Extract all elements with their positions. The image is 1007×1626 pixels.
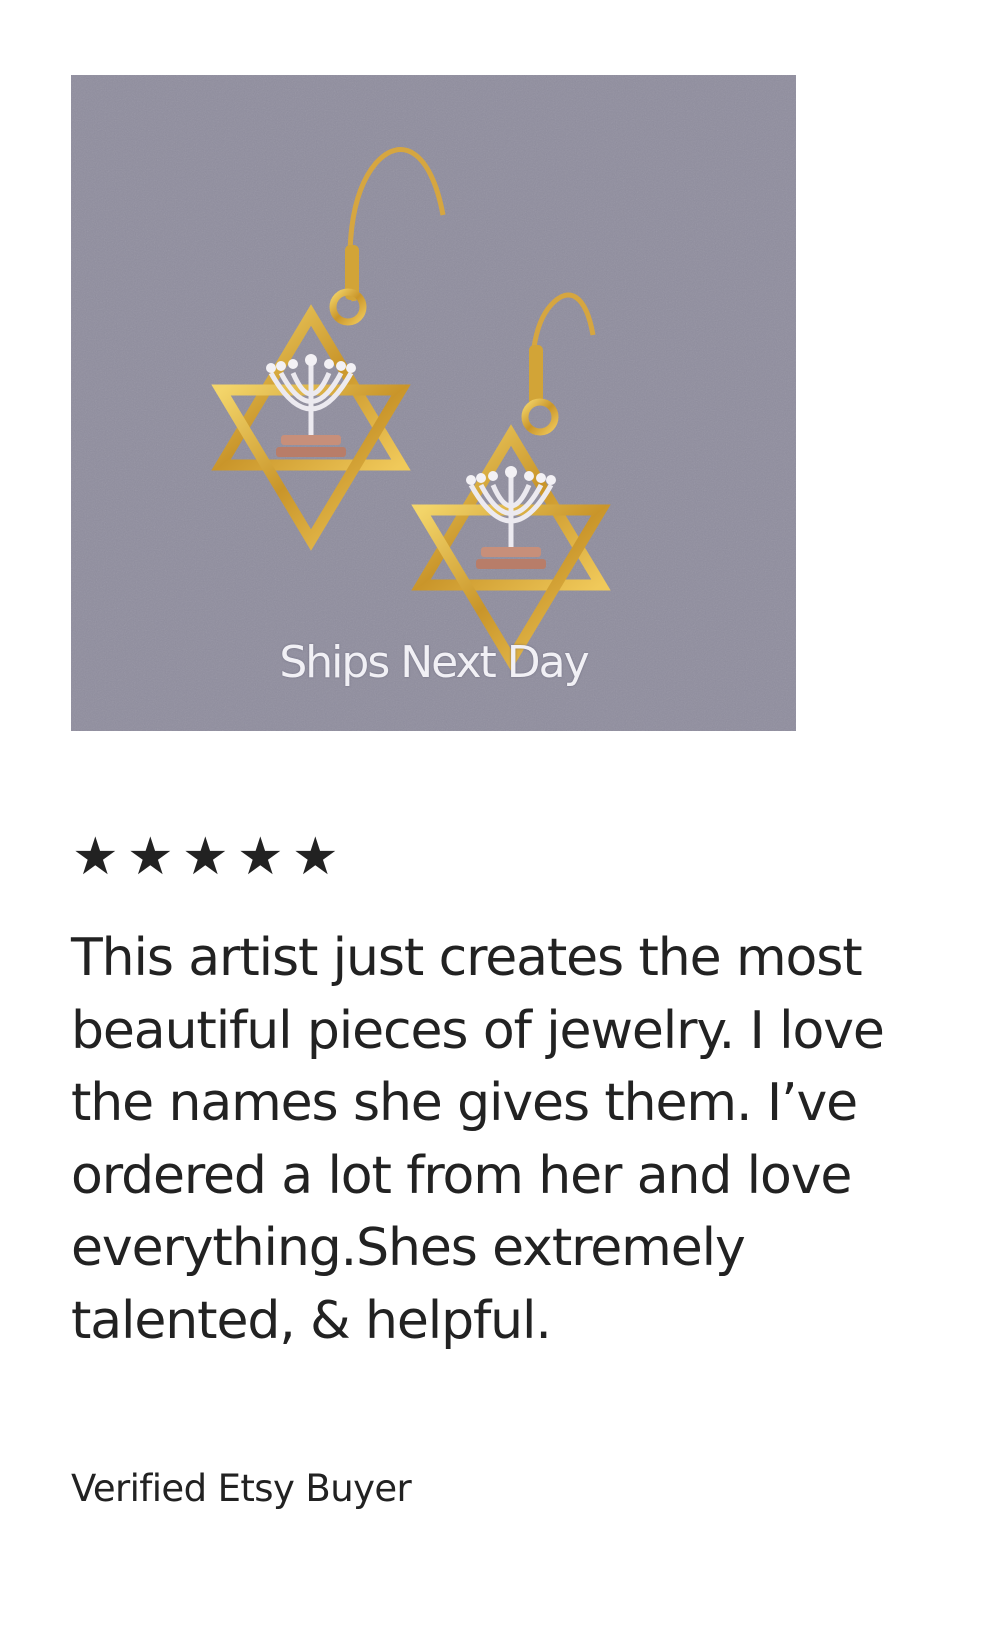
review-text: This artist just creates the most beauti… — [71, 928, 885, 1351]
star-icon: ★ — [182, 827, 229, 887]
earrings-illustration — [71, 75, 796, 731]
star-icon: ★ — [292, 827, 339, 887]
ships-next-day-overlay: Ships Next Day — [279, 637, 589, 688]
star-icon: ★ — [237, 827, 284, 887]
star-rating: ★ ★ ★ ★ ★ — [72, 827, 347, 887]
star-icon: ★ — [127, 827, 174, 887]
star-icon: ★ — [72, 827, 119, 887]
product-photo: Ships Next Day — [71, 75, 796, 731]
reviewer-label: Verified Etsy Buyer — [71, 1467, 412, 1510]
